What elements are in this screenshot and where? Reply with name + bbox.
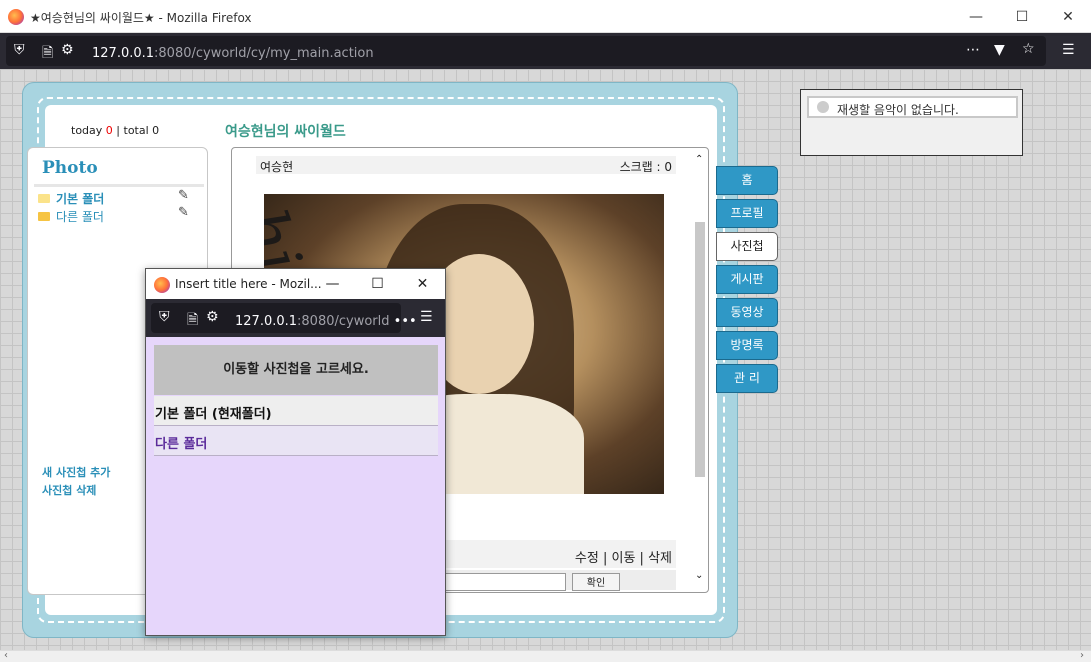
confirm-button[interactable]: 확인 xyxy=(572,573,620,591)
page-icon: 🗎 xyxy=(187,312,199,328)
star-icon[interactable]: ☆ xyxy=(1022,41,1035,57)
post-header: 여승현 스크랩 : 0 xyxy=(256,156,676,174)
popup-window-title: Insert title here - Mozil... xyxy=(175,277,322,291)
horizontal-scrollbar[interactable]: ‹ › xyxy=(0,650,1091,662)
address-url[interactable]: 127.0.0.1:8080/cyworld/cy/my_main.action xyxy=(92,46,374,61)
maximize-icon[interactable]: ☐ xyxy=(355,271,400,297)
scroll-up-icon[interactable]: ⌃ xyxy=(695,154,703,165)
scroll-left-icon[interactable]: ‹ xyxy=(4,650,8,661)
url-host: 127.0.0.1 xyxy=(92,46,155,61)
address-bar[interactable]: ⛨ 🗎 ⚙ 127.0.0.1:8080/cyworld/cy/my_main.… xyxy=(6,36,1046,66)
scroll-thumb[interactable] xyxy=(695,222,705,477)
photo-heading: Photo xyxy=(42,158,98,178)
tab-admin[interactable]: 관 리 xyxy=(716,364,778,393)
permissions-icon[interactable]: ⚙ xyxy=(206,309,219,325)
folder-icon xyxy=(38,194,50,203)
heading-divider xyxy=(34,184,204,187)
folder-icon xyxy=(38,212,50,221)
popup-url[interactable]: 127.0.0.1:8080/cyworld ••• xyxy=(235,314,417,329)
album-option-other[interactable]: 다른 폴더 xyxy=(154,426,438,456)
shield-icon[interactable]: ⛨ xyxy=(159,309,170,325)
more-icon[interactable]: ⋯ xyxy=(966,42,980,58)
url-path: :8080/cyworld/cy/my_main.action xyxy=(154,46,374,61)
delete-link[interactable]: 삭제 xyxy=(648,551,672,566)
tab-photo[interactable]: 사진첩 xyxy=(716,232,778,261)
site-title: 여승현님의 싸이월드 xyxy=(225,124,346,140)
minimize-icon[interactable]: — xyxy=(953,4,999,30)
popup-window: Insert title here - Mozil... — ☐ ✕ ⛨ 🗎 ⚙… xyxy=(145,268,446,636)
firefox-icon xyxy=(8,9,24,25)
popup-address-bar[interactable]: ⛨ 🗎 ⚙ 127.0.0.1:8080/cyworld ••• xyxy=(151,303,417,333)
post-actions: 수정 | 이동 | 삭제 xyxy=(575,547,672,566)
action-separator: | xyxy=(639,551,644,566)
tab-guestbook[interactable]: 방명록 xyxy=(716,331,778,360)
tab-video[interactable]: 동영상 xyxy=(716,298,778,327)
url-host: 127.0.0.1 xyxy=(235,314,298,329)
menu-icon[interactable]: ☰ xyxy=(420,309,433,325)
action-separator: | xyxy=(602,551,608,566)
popup-navbar: ⛨ 🗎 ⚙ 127.0.0.1:8080/cyworld ••• ☰ xyxy=(146,299,445,337)
scroll-right-icon[interactable]: › xyxy=(1080,650,1084,661)
music-status: 재생할 음악이 없습니다. xyxy=(837,103,959,117)
more-icon[interactable]: ••• xyxy=(394,314,417,329)
folder-item-other[interactable]: 다른 폴더 xyxy=(38,208,104,225)
tab-profile[interactable]: 프로필 xyxy=(716,199,778,228)
total-label: total xyxy=(123,124,149,137)
pencil-icon[interactable]: ✎ xyxy=(178,205,189,220)
move-link[interactable]: 이동 xyxy=(611,551,635,566)
delete-album-link[interactable]: 사진첩 삭제 xyxy=(42,482,96,498)
add-album-link[interactable]: 새 사진첩 추가 xyxy=(42,464,110,480)
maximize-icon[interactable]: ☐ xyxy=(999,4,1045,30)
today-label: today xyxy=(71,124,103,137)
total-count: 0 xyxy=(152,124,160,137)
minimize-icon[interactable]: — xyxy=(310,271,355,297)
post-author: 여승현 xyxy=(260,160,294,174)
music-icon xyxy=(817,101,829,113)
browser-titlebar: ★여승현님의 싸이월드★ - Mozilla Firefox — ☐ ✕ xyxy=(0,0,1091,33)
today-count: 0 xyxy=(105,124,113,137)
edit-link[interactable]: 수정 xyxy=(575,551,599,566)
shield-icon[interactable]: ⛨ xyxy=(14,42,25,58)
popup-header: 이동할 사진첩을 고르세요. xyxy=(154,345,438,395)
pencil-icon[interactable]: ✎ xyxy=(178,188,189,203)
counter-separator: | xyxy=(116,124,120,137)
pocket-icon[interactable]: ▼ xyxy=(994,42,1005,58)
popup-titlebar: Insert title here - Mozil... — ☐ ✕ xyxy=(146,269,445,299)
music-status-box: 재생할 음악이 없습니다. xyxy=(807,96,1018,118)
close-icon[interactable]: ✕ xyxy=(1045,4,1091,30)
album-option-current[interactable]: 기본 폴더 (현재폴더) xyxy=(154,396,438,426)
scroll-down-icon[interactable]: ⌄ xyxy=(695,570,703,581)
firefox-icon xyxy=(154,277,170,293)
permissions-icon[interactable]: ⚙ xyxy=(61,42,74,58)
tab-home[interactable]: 홈 xyxy=(716,166,778,195)
page-icon: 🗎 xyxy=(42,45,54,61)
folder-label: 다른 폴더 xyxy=(56,210,104,224)
browser-navbar: ⛨ 🗎 ⚙ 127.0.0.1:8080/cyworld/cy/my_main.… xyxy=(0,33,1091,69)
url-path: :8080/cyworld xyxy=(297,314,390,329)
close-icon[interactable]: ✕ xyxy=(400,271,445,297)
folder-label: 기본 폴더 xyxy=(56,192,105,206)
music-player: 재생할 음악이 없습니다. xyxy=(800,89,1023,156)
window-title: ★여승현님의 싸이월드★ - Mozilla Firefox xyxy=(30,11,252,25)
menu-icon[interactable]: ☰ xyxy=(1062,42,1075,58)
visitor-counter: today 0 | total 0 xyxy=(71,124,159,137)
vertical-scrollbar[interactable]: ⌃ ⌄ xyxy=(692,152,708,590)
tab-board[interactable]: 게시판 xyxy=(716,265,778,294)
scrap-count[interactable]: 스크랩 : 0 xyxy=(620,158,672,175)
folder-item-default[interactable]: 기본 폴더 xyxy=(38,190,104,207)
